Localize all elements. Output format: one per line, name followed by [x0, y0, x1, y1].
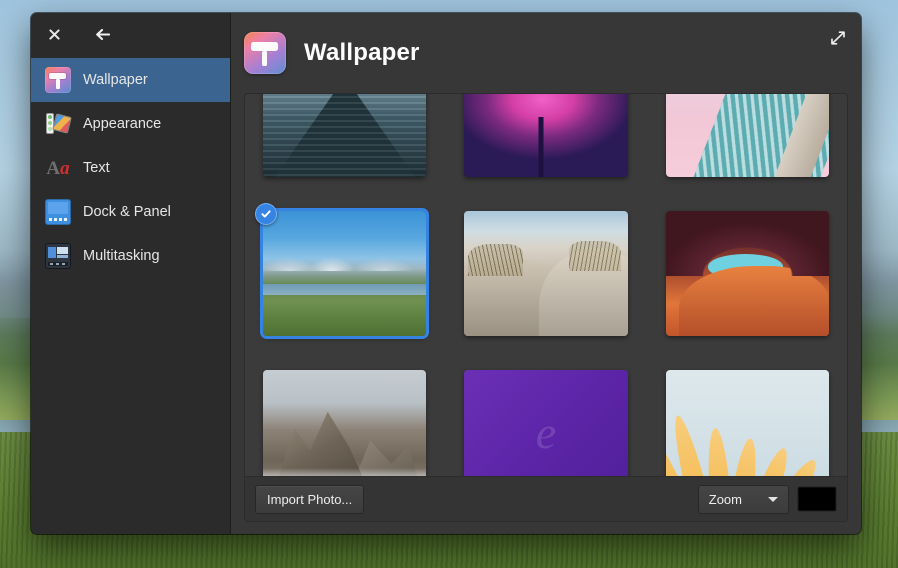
- wallpaper-thumbnail[interactable]: [464, 94, 627, 177]
- wallpaper-thumbnail[interactable]: [263, 94, 426, 177]
- wallpaper-app-icon: [244, 32, 286, 74]
- selected-check-icon: [255, 203, 277, 225]
- wallpaper-thumbnail[interactable]: [263, 211, 426, 336]
- sidebar-item-wallpaper[interactable]: Wallpaper: [31, 58, 230, 102]
- wallpaper-item-elementary-purple[interactable]: e: [464, 370, 627, 476]
- chevron-down-icon: [768, 497, 778, 502]
- sidebar-item-label: Multitasking: [83, 248, 160, 264]
- wallpaper-thumbnail[interactable]: [666, 370, 829, 476]
- background-color-swatch[interactable]: [797, 486, 837, 512]
- import-photo-button[interactable]: Import Photo...: [255, 485, 364, 514]
- zoom-dropdown[interactable]: Zoom: [698, 485, 789, 514]
- sidebar-item-dock-panel[interactable]: Dock & Panel: [31, 190, 230, 234]
- wallpaper-item-glass-building[interactable]: [666, 94, 829, 177]
- wallpaper-icon: [45, 67, 71, 93]
- appearance-icon: [45, 111, 71, 137]
- sidebar-item-text[interactable]: Aa Text: [31, 146, 230, 190]
- wallpaper-item-mountain-lake[interactable]: [263, 211, 426, 336]
- main-panel: Wallpaper: [231, 13, 861, 534]
- sidebar-item-multitasking[interactable]: Multitasking: [31, 234, 230, 278]
- wallpaper-thumbnail[interactable]: [666, 94, 829, 177]
- wallpaper-item-snowy-mountains[interactable]: [263, 370, 426, 476]
- maximize-icon[interactable]: [827, 27, 849, 49]
- sidebar-item-label: Text: [83, 160, 110, 176]
- wallpaper-thumbnail[interactable]: [464, 211, 627, 336]
- close-icon[interactable]: [43, 24, 65, 46]
- sidebar-item-label: Dock & Panel: [83, 204, 171, 220]
- elementary-logo-icon: e: [536, 410, 556, 456]
- zoom-dropdown-label: Zoom: [709, 492, 742, 507]
- wallpaper-thumbnail[interactable]: [666, 211, 829, 336]
- multitasking-icon: [45, 243, 71, 269]
- wallpaper-thumbnail[interactable]: e: [464, 370, 627, 476]
- wallpaper-thumbnail[interactable]: [263, 370, 426, 476]
- wallpaper-item-canyon-arch[interactable]: [666, 211, 829, 336]
- settings-window: Wallpaper Appearance Aa Text: [31, 13, 861, 534]
- main-header: Wallpaper: [231, 13, 861, 93]
- wallpaper-item-sand-dunes[interactable]: [464, 211, 627, 336]
- page-title: Wallpaper: [304, 39, 420, 67]
- bottom-toolbar: Import Photo... Zoom: [244, 476, 848, 522]
- wallpaper-item-yellow-grass[interactable]: [666, 370, 829, 476]
- wallpaper-item-wooden-pier[interactable]: [263, 94, 426, 177]
- sidebar-item-label: Appearance: [83, 116, 161, 132]
- window-controls: [31, 13, 230, 56]
- dock-panel-icon: [45, 199, 71, 225]
- wallpaper-scroll-area[interactable]: e: [245, 94, 847, 476]
- wallpaper-grid-frame: e: [244, 93, 848, 476]
- back-icon[interactable]: [91, 24, 113, 46]
- sidebar: Wallpaper Appearance Aa Text: [31, 13, 231, 534]
- sidebar-item-label: Wallpaper: [83, 72, 148, 88]
- wallpaper-item-pink-flower[interactable]: [464, 94, 627, 177]
- wallpaper-grid: e: [263, 94, 829, 476]
- main-body: e: [231, 93, 861, 534]
- sidebar-item-appearance[interactable]: Appearance: [31, 102, 230, 146]
- sidebar-list: Wallpaper Appearance Aa Text: [31, 56, 230, 278]
- text-icon: Aa: [45, 155, 71, 181]
